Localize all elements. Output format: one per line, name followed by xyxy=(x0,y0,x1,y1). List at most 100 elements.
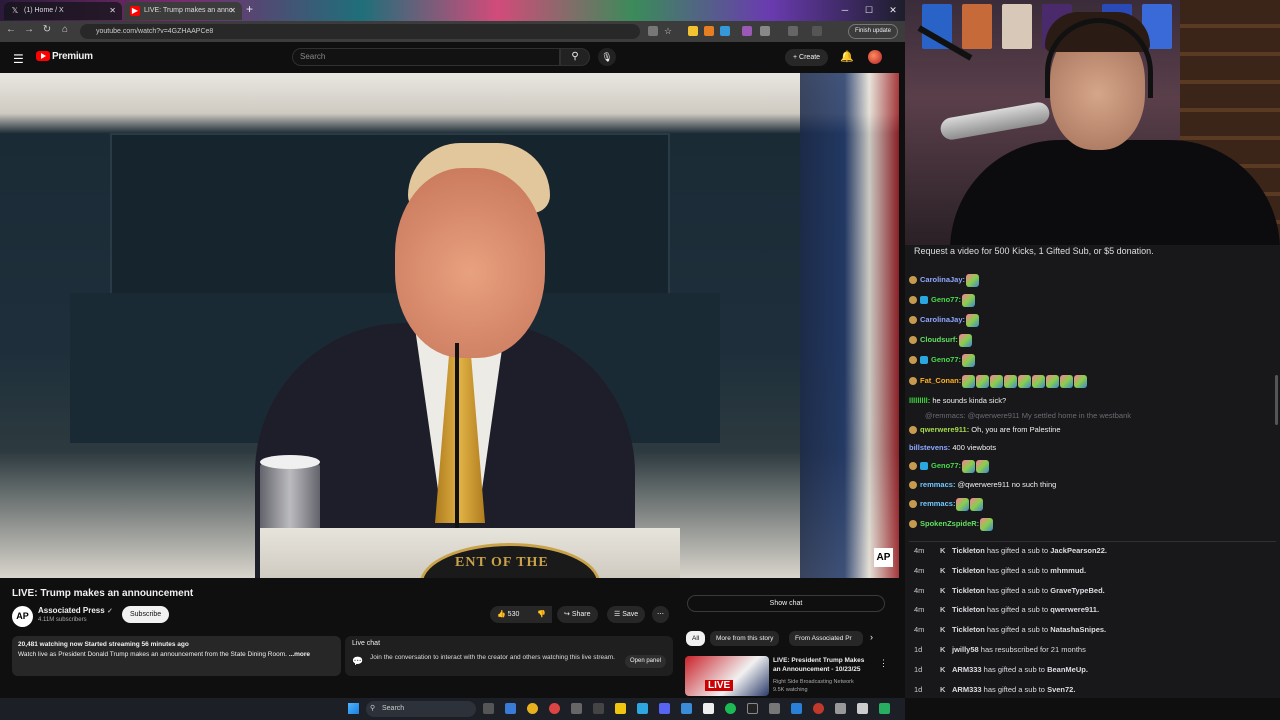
chat-username[interactable]: Geno77: xyxy=(931,355,961,364)
windows-start-icon[interactable] xyxy=(348,703,359,714)
maximize-icon[interactable]: ☐ xyxy=(857,0,881,21)
event-user[interactable]: Tickleton xyxy=(952,546,985,555)
app-icon[interactable] xyxy=(857,703,868,714)
sidebar-icon[interactable] xyxy=(788,26,798,36)
home-icon[interactable]: ⌂ xyxy=(58,24,72,35)
event-target[interactable]: qwerwere911. xyxy=(1050,605,1099,614)
app-icon[interactable] xyxy=(813,703,824,714)
event-user[interactable]: Tickleton xyxy=(952,605,985,614)
event-user[interactable]: Tickleton xyxy=(952,586,985,595)
event-target[interactable]: GraveTypeBed. xyxy=(1050,586,1104,595)
event-user[interactable]: jwilly58 xyxy=(952,645,979,654)
chat-username[interactable]: billstevens: xyxy=(909,443,950,452)
extensions-puzzle-icon[interactable] xyxy=(760,26,770,36)
youtube-brand[interactable]: Premium xyxy=(52,51,93,62)
app-icon[interactable] xyxy=(681,703,692,714)
event-target[interactable]: JackPearson22. xyxy=(1050,546,1107,555)
extension-icon[interactable] xyxy=(688,26,698,36)
minimize-icon[interactable]: ─ xyxy=(833,0,857,21)
description-box[interactable]: 20,481 watching now Started streaming 56… xyxy=(12,636,341,676)
chat-username[interactable]: Geno77: xyxy=(931,295,961,304)
event-target[interactable]: Sven72. xyxy=(1047,685,1075,694)
tab-youtube-live[interactable]: ▶ LIVE: Trump makes an anno ✕ xyxy=(124,2,242,20)
chat-username[interactable]: CarolinaJay: xyxy=(920,315,965,324)
chat-username[interactable]: Cloudsurf: xyxy=(920,335,958,344)
bell-icon[interactable]: 🔔 xyxy=(840,50,854,63)
avatar[interactable] xyxy=(868,50,882,64)
chat-username[interactable]: lllllllll: xyxy=(909,396,930,405)
recommendation-channel[interactable]: Right Side Broadcasting Network xyxy=(773,679,854,685)
extension-icon[interactable] xyxy=(720,26,730,36)
chat-username[interactable]: Geno77: xyxy=(931,461,961,470)
extension-icon[interactable] xyxy=(704,26,714,36)
share-button[interactable]: ↪ Share xyxy=(557,606,598,623)
back-icon[interactable]: ← xyxy=(4,24,18,35)
app-icon[interactable] xyxy=(593,703,604,714)
url-field[interactable]: youtube.com/watch?v=4GZHAAPCe8 xyxy=(80,24,640,39)
app-icon[interactable] xyxy=(703,703,714,714)
more-actions-button[interactable]: ⋯ xyxy=(652,606,669,623)
search-input[interactable]: Search xyxy=(292,48,560,66)
chip-more-from-story[interactable]: More from this story xyxy=(710,631,780,646)
dislike-button[interactable]: 👎 xyxy=(532,606,552,623)
tab-x-home[interactable]: 𝕏 (1) Home / X ✕ xyxy=(4,2,122,20)
video-player[interactable]: ENT OF THE AP xyxy=(0,73,899,578)
event-user[interactable]: ARM333 xyxy=(952,685,982,694)
event-user[interactable]: Tickleton xyxy=(952,625,985,634)
app-icon[interactable] xyxy=(835,703,846,714)
show-chat-button[interactable]: Show chat xyxy=(687,595,885,612)
app-icon[interactable] xyxy=(747,703,758,714)
finish-update-button[interactable]: Finish update xyxy=(848,24,899,39)
event-target[interactable]: BeanMeUp. xyxy=(1047,665,1088,674)
reload-icon[interactable]: ↻ xyxy=(40,24,54,35)
mic-icon[interactable]: 🎙 xyxy=(598,48,616,66)
chat-username[interactable]: Fat_Conan: xyxy=(920,376,961,385)
chat-username[interactable]: SpokenZspideR: xyxy=(920,519,979,528)
edge-icon[interactable] xyxy=(505,703,516,714)
app-icon[interactable] xyxy=(879,703,890,714)
chat-username[interactable]: remmacs: xyxy=(920,480,955,489)
file-explorer-icon[interactable] xyxy=(615,703,626,714)
app-icon[interactable] xyxy=(791,703,802,714)
event-user[interactable]: Tickleton xyxy=(952,566,985,575)
taskbar-search[interactable]: ⚲ Search xyxy=(366,701,476,717)
task-view-icon[interactable] xyxy=(483,703,494,714)
spotify-icon[interactable] xyxy=(725,703,736,714)
extension-icon[interactable] xyxy=(742,26,752,36)
event-target[interactable]: mhmmud. xyxy=(1050,566,1086,575)
discord-icon[interactable] xyxy=(659,703,670,714)
telegram-icon[interactable] xyxy=(637,703,648,714)
event-target[interactable]: NatashaSnipes. xyxy=(1050,625,1106,634)
bookmark-star-icon[interactable]: ☆ xyxy=(664,26,674,36)
chat-username[interactable]: remmacs: xyxy=(920,499,955,508)
close-tab-icon[interactable]: ✕ xyxy=(109,2,116,20)
new-tab-button[interactable]: + xyxy=(246,2,253,16)
open-panel-button[interactable]: Open panel xyxy=(625,655,667,668)
close-tab-icon[interactable]: ✕ xyxy=(229,2,236,20)
recommendation-title[interactable]: LIVE: President Trump Makes an Announcem… xyxy=(773,656,873,674)
chrome-icon[interactable] xyxy=(527,703,538,714)
forward-icon[interactable]: → xyxy=(22,24,36,35)
save-button[interactable]: ☰ Save xyxy=(607,606,646,623)
search-icon[interactable]: ⚲ xyxy=(560,48,590,66)
description-more-link[interactable]: ...more xyxy=(289,651,310,658)
app-icon[interactable] xyxy=(549,703,560,714)
chat-username[interactable]: CarolinaJay: xyxy=(920,275,965,284)
app-icon[interactable] xyxy=(571,703,582,714)
chat-scrollbar[interactable] xyxy=(1275,375,1278,425)
app-icon[interactable] xyxy=(769,703,780,714)
chevron-right-icon[interactable]: › xyxy=(870,632,873,642)
youtube-logo-icon[interactable] xyxy=(36,51,50,61)
chip-from-associated-press[interactable]: From Associated Pr xyxy=(789,631,863,646)
more-vertical-icon[interactable]: ⋮ xyxy=(879,658,888,669)
menu-icon[interactable]: ☰ xyxy=(13,52,24,66)
cast-icon[interactable] xyxy=(648,26,658,36)
channel-avatar[interactable]: AP xyxy=(12,606,33,627)
profile-icon[interactable] xyxy=(812,26,822,36)
close-window-icon[interactable]: ✕ xyxy=(881,0,905,21)
chat-username[interactable]: qwerwere911: xyxy=(920,425,969,434)
create-button[interactable]: + Create xyxy=(785,49,829,66)
chip-all[interactable]: All xyxy=(686,631,706,646)
subscribe-button[interactable]: Subscribe xyxy=(122,606,170,623)
recommendation-thumbnail[interactable]: LIVE xyxy=(685,656,769,696)
